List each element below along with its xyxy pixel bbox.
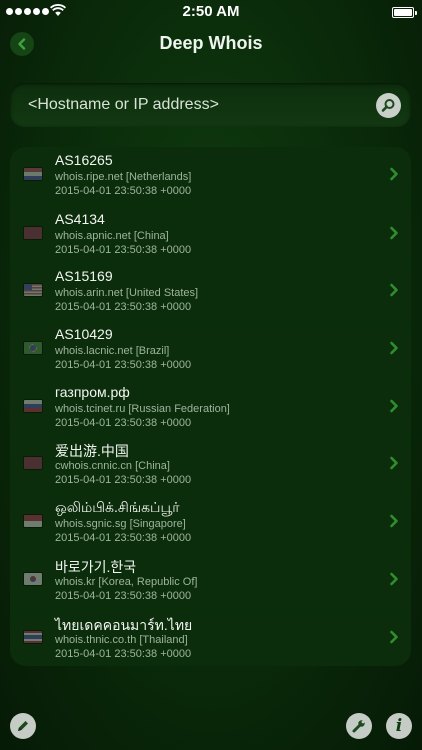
chevron-right-icon (390, 457, 398, 470)
status-bar: 2:50 AM (0, 0, 422, 22)
search-input[interactable] (28, 83, 368, 127)
edit-button[interactable] (10, 713, 36, 739)
result-date: 2015-04-01 23:50:38 +0000 (55, 416, 192, 429)
result-title: AS15169 (55, 268, 113, 285)
result-date: 2015-04-01 23:50:38 +0000 (55, 474, 192, 487)
list-item[interactable]: 爱出游.中国 cwhois.cnnic.cn [China] 2015-04-0… (10, 435, 411, 494)
usa-flag-icon (24, 284, 42, 297)
list-item[interactable]: ஒலிம்பிக்.சிங்கப்பூர் whois.sgnic.sg [Si… (10, 493, 411, 551)
chevron-right-icon (390, 630, 398, 643)
page-title: Deep Whois (159, 33, 263, 53)
magnifier-icon (381, 99, 395, 112)
result-title: AS16265 (55, 152, 113, 168)
brazil-flag-icon (24, 342, 42, 355)
result-date: 2015-04-01 23:50:38 +0000 (55, 185, 192, 197)
chevron-right-icon (390, 514, 398, 528)
thailand-flag-icon (24, 630, 42, 643)
list-item[interactable]: ไทยเดคคอนมาร์ท.ไทย whois.thnic.co.th [Th… (10, 608, 411, 666)
result-title: ஒலிம்பிக்.சிங்கப்பூர் (55, 499, 180, 516)
result-date: 2015-04-01 23:50:38 +0000 (55, 532, 192, 545)
result-title: 爱出游.中国 (55, 443, 129, 460)
result-title: газпром.рф (55, 383, 130, 400)
result-title: 바로가기.한국 (55, 558, 137, 575)
result-server: whois.ripe.net [Netherlands] (55, 171, 192, 183)
chevron-right-icon (390, 167, 398, 181)
chevron-right-icon (390, 399, 398, 413)
result-date: 2015-04-01 23:50:38 +0000 (55, 243, 192, 256)
pencil-icon (18, 721, 28, 731)
search-button[interactable] (376, 93, 401, 118)
result-server: whois.sgnic.sg [Singapore] (55, 518, 186, 531)
china-flag-icon (24, 226, 42, 239)
china-flag-icon (24, 457, 42, 470)
result-title: AS4134 (55, 210, 105, 227)
whois-history-list: AS16265 whois.ripe.net [Netherlands] 201… (10, 147, 411, 666)
result-date: 2015-04-01 23:50:38 +0000 (55, 301, 192, 314)
list-item[interactable]: AS15169 whois.arin.net [United States] 2… (10, 262, 411, 321)
result-server: whois.apnic.net [China] (55, 229, 169, 242)
chevron-right-icon (390, 341, 398, 355)
result-server: whois.kr [Korea, Republic Of] (55, 575, 198, 588)
list-item[interactable]: газпром.рф whois.tcinet.ru [Russian Fede… (10, 377, 411, 436)
result-server: whois.tcinet.ru [Russian Federation] (55, 402, 230, 415)
result-title: AS10429 (55, 326, 113, 343)
result-date: 2015-04-01 23:50:38 +0000 (55, 589, 192, 602)
info-button[interactable]: i (386, 713, 412, 739)
info-icon: i (395, 715, 403, 736)
list-item[interactable]: 바로가기.한국 whois.kr [Korea, Republic Of] 20… (10, 550, 411, 609)
singapore-flag-icon (24, 515, 42, 528)
bottom-toolbar: i (0, 700, 422, 750)
wrench-icon (352, 720, 365, 733)
list-item[interactable]: AS10429 whois.lacnic.net [Brazil] 2015-0… (10, 320, 411, 378)
korea-flag-icon (24, 572, 42, 585)
chevron-right-icon (390, 572, 398, 586)
list-item[interactable]: AS4134 whois.apnic.net [China] 2015-04-0… (10, 204, 411, 263)
list-item[interactable]: AS16265 whois.ripe.net [Netherlands] 201… (10, 147, 411, 205)
chevron-right-icon (390, 226, 398, 239)
tools-button[interactable] (346, 713, 372, 739)
result-date: 2015-04-01 23:50:38 +0000 (55, 359, 192, 372)
result-server: whois.lacnic.net [Brazil] (55, 345, 170, 358)
result-date: 2015-04-01 23:50:38 +0000 (55, 647, 192, 660)
netherlands-flag-icon (24, 168, 42, 180)
result-server: whois.thnic.co.th [Thailand] (55, 633, 188, 646)
result-server: cwhois.cnnic.cn [China] (55, 460, 170, 473)
russia-flag-icon (24, 399, 42, 412)
chevron-right-icon (390, 284, 398, 297)
navigation-bar: Deep Whois (0, 22, 422, 66)
result-server: whois.arin.net [United States] (55, 287, 199, 300)
search-bar (10, 83, 411, 127)
battery-icon (392, 7, 417, 18)
status-time: 2:50 AM (182, 3, 240, 20)
